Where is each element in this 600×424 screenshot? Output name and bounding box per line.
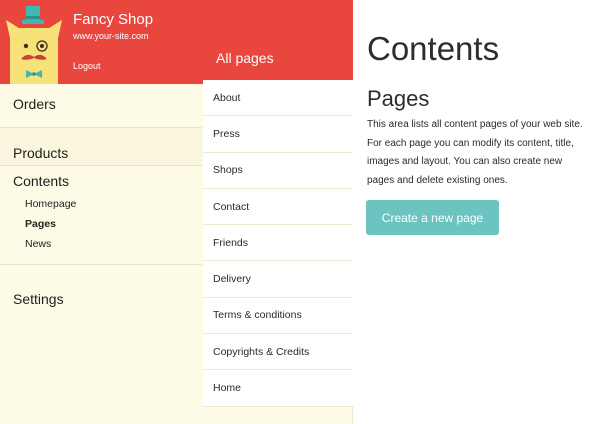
shop-url: www.your-site.com [73,31,149,41]
page-list-item[interactable]: Terms & conditions [203,297,353,335]
main-content: Contents Pages This area lists all conte… [353,0,600,424]
page-list-item[interactable]: Press [203,116,353,153]
page-list-item[interactable]: Friends [203,225,353,262]
sidebar-item-orders[interactable]: Orders [0,96,202,112]
create-new-page-button[interactable]: Create a new page [366,200,499,235]
sidebar-subitem-pages[interactable]: Pages [25,218,56,230]
logout-link[interactable]: Logout [73,61,101,71]
pages-column: All pages About Press Shops Contact Frie… [202,0,353,424]
sidebar-item-products[interactable]: Products [0,145,202,161]
page-list-item[interactable]: Delivery [203,261,353,298]
page-list: About Press Shops Contact Friends Delive… [203,80,353,407]
sidebar-item-settings[interactable]: Settings [0,291,202,307]
page-list-item[interactable]: Copyrights & Credits [203,334,353,371]
brand-header: Fancy Shop www.your-site.com Logout [0,0,202,84]
cat-mascot-icon [6,6,62,84]
page-list-item[interactable]: Shops [203,152,353,189]
page-list-item[interactable]: Home [203,370,353,407]
page-list-item[interactable]: Contact [203,188,353,226]
section-title: Pages [367,86,430,111]
shop-name: Fancy Shop [73,11,154,28]
section-description: This area lists all content pages of you… [367,119,583,186]
sidebar-divider [0,264,202,265]
sidebar: Fancy Shop www.your-site.com Logout Orde… [0,0,202,424]
pages-column-title: All pages [216,50,274,66]
sidebar-item-contents[interactable]: Contents [0,173,202,189]
page-title: Contents [367,30,500,67]
sidebar-subitem-news[interactable]: News [25,238,51,250]
page-list-item[interactable]: About [203,80,353,117]
pages-column-header: All pages [202,0,353,84]
sidebar-subitem-homepage[interactable]: Homepage [25,198,76,210]
